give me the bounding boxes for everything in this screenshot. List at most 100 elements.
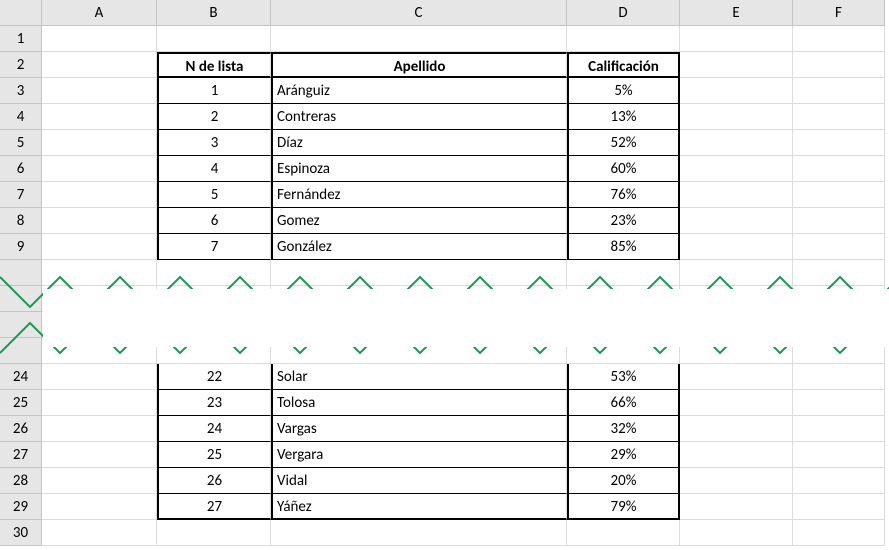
cell[interactable]	[680, 312, 793, 338]
cell[interactable]	[42, 468, 157, 494]
table-cell-n[interactable]: 5	[157, 182, 271, 208]
cell[interactable]	[793, 338, 885, 364]
cell[interactable]	[680, 520, 793, 546]
table-cell-n[interactable]: 7	[157, 234, 271, 260]
cell[interactable]	[42, 312, 157, 338]
cell[interactable]	[42, 104, 157, 130]
cell[interactable]	[680, 78, 793, 104]
cell[interactable]	[680, 104, 793, 130]
row-header[interactable]: 2	[0, 52, 42, 78]
row-header[interactable]: 30	[0, 520, 42, 546]
row-header[interactable]: 26	[0, 416, 42, 442]
column-header-B[interactable]: B	[157, 0, 271, 26]
table-cell-calificacion[interactable]: 13%	[567, 104, 680, 130]
table-cell-apellido[interactable]: Vergara	[271, 442, 567, 468]
table-cell-n[interactable]: 1	[157, 78, 271, 104]
cell[interactable]	[567, 338, 680, 364]
cell[interactable]	[157, 312, 271, 338]
table-cell-calificacion[interactable]: 79%	[567, 494, 680, 520]
cell[interactable]	[42, 156, 157, 182]
cell[interactable]	[567, 260, 680, 286]
cell[interactable]	[680, 442, 793, 468]
cell[interactable]	[42, 286, 157, 312]
cell[interactable]	[567, 26, 680, 52]
cell[interactable]	[157, 520, 271, 546]
cell[interactable]	[793, 286, 885, 312]
row-header[interactable]: 5	[0, 130, 42, 156]
table-cell-calificacion[interactable]: 20%	[567, 468, 680, 494]
table-cell-n[interactable]: 23	[157, 390, 271, 416]
table-cell-calificacion[interactable]: 5%	[567, 78, 680, 104]
cell[interactable]	[157, 260, 271, 286]
cell[interactable]	[680, 52, 793, 78]
cell[interactable]	[42, 26, 157, 52]
table-cell-calificacion[interactable]: 23%	[567, 208, 680, 234]
table-cell-calificacion[interactable]: 60%	[567, 156, 680, 182]
cell[interactable]	[42, 78, 157, 104]
row-header[interactable]: 1	[0, 26, 42, 52]
cell[interactable]	[793, 26, 885, 52]
column-header-A[interactable]: A	[42, 0, 157, 26]
cell[interactable]	[793, 260, 885, 286]
cell[interactable]	[680, 234, 793, 260]
table-cell-calificacion[interactable]: 85%	[567, 234, 680, 260]
cell[interactable]	[42, 390, 157, 416]
cell[interactable]	[680, 182, 793, 208]
cell[interactable]	[42, 520, 157, 546]
cell[interactable]	[42, 182, 157, 208]
table-cell-apellido[interactable]: Espinoza	[271, 156, 567, 182]
table-cell-apellido[interactable]: Tolosa	[271, 390, 567, 416]
cell[interactable]	[42, 260, 157, 286]
cell[interactable]	[680, 156, 793, 182]
cell[interactable]	[42, 364, 157, 390]
cell[interactable]	[793, 130, 885, 156]
cell[interactable]	[793, 78, 885, 104]
table-cell-n[interactable]: 22	[157, 364, 271, 390]
cell[interactable]	[680, 130, 793, 156]
cell[interactable]	[793, 390, 885, 416]
table-header-n[interactable]: N de lista	[157, 52, 271, 78]
row-header[interactable]: 4	[0, 104, 42, 130]
table-cell-apellido[interactable]: Gomez	[271, 208, 567, 234]
row-header[interactable]: 25	[0, 390, 42, 416]
row-header[interactable]: 9	[0, 234, 42, 260]
cell[interactable]	[680, 338, 793, 364]
row-header[interactable]	[0, 286, 42, 312]
cell[interactable]	[271, 26, 567, 52]
cell[interactable]	[680, 364, 793, 390]
cell[interactable]	[793, 312, 885, 338]
cell[interactable]	[42, 234, 157, 260]
table-cell-n[interactable]: 3	[157, 130, 271, 156]
cell[interactable]	[42, 416, 157, 442]
row-header[interactable]: 24	[0, 364, 42, 390]
table-cell-apellido[interactable]: González	[271, 234, 567, 260]
column-header-F[interactable]: F	[793, 0, 885, 26]
cell[interactable]	[793, 208, 885, 234]
table-cell-n[interactable]: 25	[157, 442, 271, 468]
cell[interactable]	[567, 286, 680, 312]
cell[interactable]	[42, 130, 157, 156]
table-cell-apellido[interactable]: Vargas	[271, 416, 567, 442]
cell[interactable]	[567, 520, 680, 546]
table-header-apellido[interactable]: Apellido	[271, 52, 567, 78]
cell[interactable]	[42, 208, 157, 234]
cell[interactable]	[680, 286, 793, 312]
table-header-calificacion[interactable]: Calificación	[567, 52, 680, 78]
table-cell-calificacion[interactable]: 76%	[567, 182, 680, 208]
table-cell-calificacion[interactable]: 53%	[567, 364, 680, 390]
cell[interactable]	[793, 52, 885, 78]
row-header[interactable]	[0, 338, 42, 364]
table-cell-n[interactable]: 2	[157, 104, 271, 130]
table-cell-apellido[interactable]: Solar	[271, 364, 567, 390]
table-cell-calificacion[interactable]: 66%	[567, 390, 680, 416]
table-cell-calificacion[interactable]: 32%	[567, 416, 680, 442]
select-all-corner[interactable]	[0, 0, 42, 26]
cell[interactable]	[271, 520, 567, 546]
row-header[interactable]	[0, 312, 42, 338]
cell[interactable]	[271, 338, 567, 364]
cell[interactable]	[42, 52, 157, 78]
cell[interactable]	[680, 468, 793, 494]
cell[interactable]	[567, 312, 680, 338]
table-cell-n[interactable]: 24	[157, 416, 271, 442]
cell[interactable]	[157, 286, 271, 312]
